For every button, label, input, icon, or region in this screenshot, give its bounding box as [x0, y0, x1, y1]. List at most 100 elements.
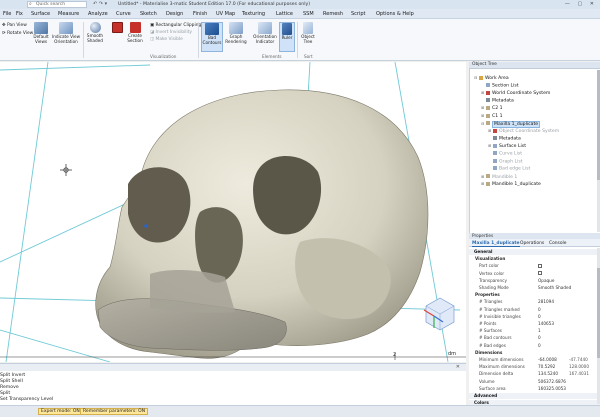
property-section[interactable]: Properties — [469, 292, 600, 298]
scene-canvas[interactable] — [0, 62, 466, 362]
menu-texturing[interactable]: Texturing — [242, 11, 265, 17]
menu-analyze[interactable]: Analyze — [88, 11, 108, 17]
property-value[interactable]: 0 — [538, 307, 541, 312]
object-tree-button[interactable]: Object Tree — [299, 22, 317, 44]
quick-search-box[interactable]: ⌕ Quick search — [27, 1, 87, 8]
tab-console[interactable]: Console — [549, 241, 566, 246]
menu-uv-map[interactable]: UV Map — [216, 11, 235, 17]
tree-node[interactable]: Graph List — [488, 158, 523, 164]
redo-icon[interactable]: ↷ — [99, 1, 103, 7]
menu-surface[interactable]: Surface — [31, 11, 50, 17]
property-value[interactable]: 140653 — [538, 321, 554, 326]
rectangular-clipping-button[interactable]: ▣ Rectangular Clipping — [150, 23, 201, 28]
tree-node[interactable]: ⊞ Mandible 1 — [481, 174, 517, 180]
landmark-point[interactable] — [144, 224, 148, 228]
expand-toggle-icon[interactable]: ⊞ — [481, 174, 485, 179]
property-section[interactable]: Advanced — [469, 393, 600, 399]
tree-node[interactable]: ⊞ World Coordinate System — [481, 90, 550, 96]
property-value[interactable] — [538, 271, 542, 276]
indicate-view-orientation-button[interactable]: Indicate View Orientation — [51, 22, 81, 44]
close-icon[interactable]: ✕ — [456, 364, 460, 370]
tree-node-label: Mandible 1 — [492, 174, 518, 180]
menu-lattice[interactable]: Lattice — [276, 11, 293, 17]
menu-remesh[interactable]: Remesh — [323, 11, 343, 17]
property-value[interactable] — [538, 263, 542, 268]
expand-toggle-icon[interactable]: ⊞ — [488, 143, 492, 148]
property-value[interactable]: 160325.0053 — [538, 386, 566, 391]
window-controls[interactable]: — ▢ ✕ — [565, 1, 597, 7]
section-icon — [129, 22, 141, 33]
invert-invisibility-button[interactable]: ◪ Invert Invisibility — [150, 30, 192, 35]
graph-rendering-button[interactable]: Graph Rendering — [225, 22, 247, 44]
menu-measure[interactable]: Measure — [58, 11, 79, 17]
quick-access-toolbar[interactable]: ↶ ↷ ▾ — [93, 1, 107, 7]
tree-node[interactable]: ⊟ Work Area — [474, 75, 509, 81]
part-icon — [486, 181, 490, 186]
tree-node[interactable]: ⊞ C2 1 — [481, 105, 503, 111]
create-section-button[interactable]: Create Section — [124, 22, 146, 43]
smooth-shaded-button[interactable]: Smooth Shaded — [85, 22, 105, 43]
3d-viewport[interactable]: 2 dm — [0, 62, 466, 362]
property-section[interactable]: Visualization — [469, 256, 600, 262]
orientation-cube-icon[interactable] — [423, 297, 455, 331]
default-views-button[interactable]: Default Views — [31, 22, 51, 44]
expand-toggle-icon[interactable]: ⊞ — [488, 128, 492, 133]
checkbox[interactable] — [538, 271, 542, 276]
part-icon — [486, 113, 490, 118]
property-row: # Triangles 281094 — [469, 299, 600, 305]
skull-model[interactable] — [95, 89, 429, 359]
tree-node[interactable]: Metadata — [481, 97, 514, 103]
property-row: Transparency Opaque — [469, 278, 600, 284]
menu-sketch[interactable]: Sketch — [140, 11, 157, 17]
expand-toggle-icon[interactable]: ⊞ — [481, 105, 485, 110]
expand-toggle-icon[interactable]: ⊞ — [481, 113, 485, 118]
expert-mode-indicator[interactable]: Expert mode: ON — [38, 408, 83, 415]
property-value[interactable]: 281094 — [538, 299, 554, 304]
menu-curve[interactable]: Curve — [116, 11, 131, 17]
tree-node[interactable]: ⊟ Maxilla 1_duplicate — [481, 120, 541, 128]
tree-node[interactable]: ⊞ C1 1 — [481, 113, 503, 119]
menu-finish[interactable]: Finish — [193, 11, 207, 17]
checkbox[interactable] — [538, 263, 542, 268]
menu-ssm[interactable]: SSM — [303, 11, 314, 17]
property-value[interactable]: 0 — [538, 314, 541, 319]
make-visible-button[interactable]: ◫ Make Visible — [150, 37, 183, 42]
tree-node[interactable]: ⊞ Mandible 1_duplicate — [481, 181, 541, 187]
property-value[interactable]: 1 — [538, 328, 541, 333]
menu-script[interactable]: Script — [351, 11, 366, 17]
property-value[interactable]: 0 — [538, 335, 541, 340]
pan-view-button[interactable]: ✥ Pan View — [2, 23, 27, 28]
property-value[interactable]: Smooth Shaded — [538, 285, 571, 290]
tree-node[interactable]: ⊞ Object Coordinate System — [488, 128, 559, 134]
expand-toggle-icon[interactable]: ⊟ — [481, 121, 485, 126]
undo-icon[interactable]: ↶ — [93, 1, 97, 7]
remember-parameters-indicator[interactable]: Remember parameters: ON — [80, 408, 149, 415]
menu-file[interactable]: File — [3, 11, 11, 17]
menu-design[interactable]: Design — [166, 11, 183, 17]
menu-options-help[interactable]: Options & Help — [376, 11, 414, 17]
rotate-view-button[interactable]: ⟳ Rotate View — [2, 31, 33, 36]
property-section[interactable]: Dimensions — [469, 350, 600, 356]
tree-node[interactable]: Curve List — [488, 151, 522, 157]
tree-node[interactable]: Metadata — [488, 135, 521, 141]
expand-toggle-icon[interactable]: ⊞ — [481, 90, 485, 95]
menu-fix[interactable]: Fix — [16, 11, 23, 17]
property-value[interactable]: 506372.6876 — [538, 379, 566, 384]
property-value[interactable]: -64.0008 — [538, 357, 557, 362]
expand-toggle-icon[interactable]: ⊟ — [474, 75, 478, 80]
tree-node[interactable]: Bad edge List — [488, 166, 530, 172]
expand-toggle-icon[interactable]: ⊞ — [481, 181, 485, 186]
ruler-button[interactable]: Ruler — [279, 22, 295, 52]
tree-node[interactable]: Section List — [481, 82, 519, 88]
log-entry: Remove — [0, 385, 19, 390]
bad-contours-button[interactable]: Bad Contours — [201, 22, 223, 52]
property-value[interactable]: 134.5240 — [538, 371, 558, 376]
property-value[interactable]: 0 — [538, 343, 541, 348]
dropdown-icon[interactable]: ▾ — [105, 1, 108, 7]
tree-node[interactable]: ⊞ Surface List — [488, 143, 526, 149]
property-value[interactable]: 70.5292 — [538, 364, 555, 369]
property-section[interactable]: General — [469, 249, 600, 255]
tab-operations[interactable]: Operations — [520, 241, 544, 246]
orientation-indicator-button[interactable]: Orientation Indicator — [251, 22, 279, 44]
property-value[interactable]: Opaque — [538, 278, 554, 283]
